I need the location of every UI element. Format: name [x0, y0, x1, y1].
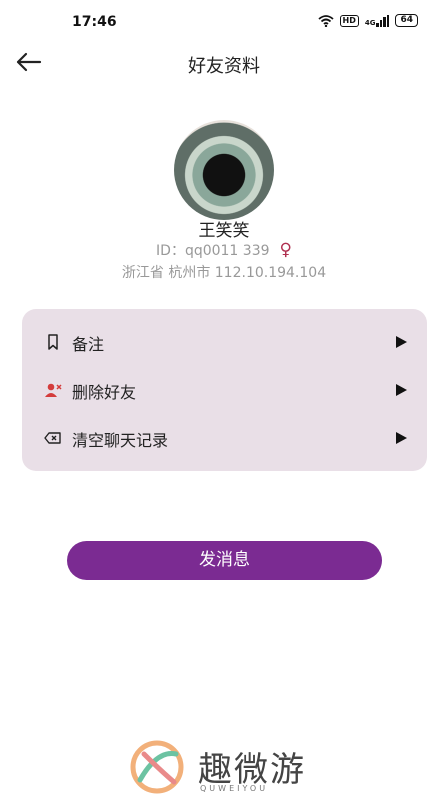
menu-item-delete-friend[interactable]: 删除好友 — [22, 366, 427, 414]
status-time: 17:46 — [72, 14, 117, 30]
bookmark-icon — [48, 334, 58, 350]
hd-badge: HD — [339, 14, 359, 27]
profile-id-line: ID：qq0011 339 ♀ — [0, 240, 448, 260]
page-title: 好友资料 — [188, 56, 260, 77]
quweiyou-logo-icon — [130, 740, 184, 794]
menu-card: 备注 删除好友 清空聊天记录 — [22, 309, 427, 471]
status-bar: 17:46 HD 4G 64 — [0, 0, 448, 44]
signal-label: 4G — [364, 18, 376, 27]
wifi-icon — [317, 14, 334, 27]
avatar[interactable] — [174, 120, 274, 220]
brand-name-en: QUWEIYOU — [200, 784, 269, 793]
brand-logo: 趣微游 QUWEIYOU — [130, 740, 320, 800]
triangle-right-icon — [396, 384, 407, 396]
clear-icon — [44, 432, 61, 444]
remove-user-icon — [45, 383, 62, 397]
triangle-right-icon — [396, 336, 407, 348]
female-icon: ♀ — [279, 240, 292, 260]
menu-item-label: 清空聊天记录 — [72, 431, 169, 450]
signal-icon: 4G — [364, 14, 390, 27]
menu-item-label: 删除好友 — [72, 383, 137, 402]
profile-id: ID：qq0011 339 — [156, 243, 270, 259]
triangle-right-icon — [396, 432, 407, 444]
menu-item-remark[interactable]: 备注 — [22, 318, 427, 366]
status-icons: HD 4G 64 — [317, 14, 418, 27]
send-message-button[interactable]: 发消息 — [67, 541, 382, 580]
profile-name: 王笑笑 — [198, 221, 250, 241]
menu-item-label: 备注 — [72, 335, 105, 354]
menu-item-clear-chat[interactable]: 清空聊天记录 — [22, 414, 427, 462]
battery-indicator: 64 — [395, 14, 418, 27]
profile-location: 浙江省 杭州市 112.10.194.104 — [121, 265, 327, 281]
top-bar: 好友资料 — [0, 44, 448, 80]
